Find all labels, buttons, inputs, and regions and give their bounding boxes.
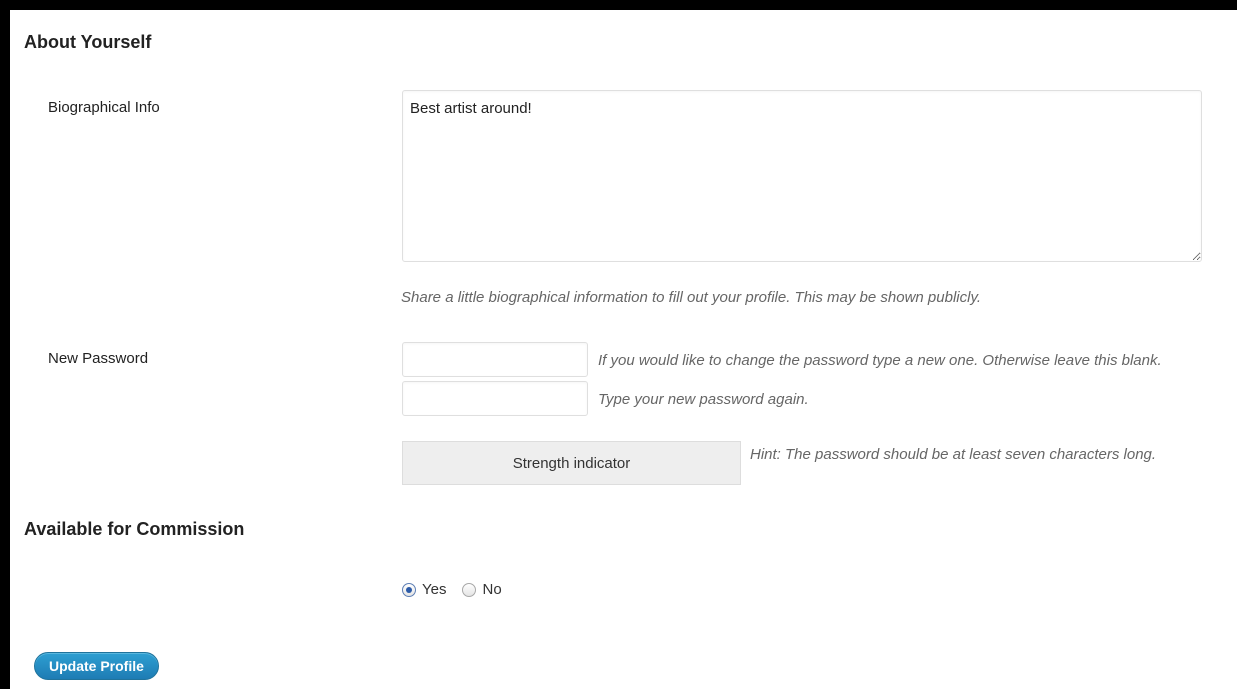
new-password-input[interactable] [402, 342, 588, 377]
new-password-label: New Password [48, 350, 149, 367]
commission-no-label[interactable]: No [482, 581, 501, 598]
biographical-info-textarea[interactable]: Best artist around! [402, 90, 1202, 262]
confirm-password-hint: Type your new password again. [598, 391, 809, 408]
new-password-hint: If you would like to change the password… [598, 352, 1162, 369]
commission-radio-group: Yes No [402, 581, 518, 598]
about-yourself-heading: About Yourself [24, 32, 152, 52]
radio-selected-dot [406, 586, 412, 593]
biographical-info-label: Biographical Info [48, 99, 160, 116]
confirm-password-input[interactable] [402, 381, 588, 416]
commission-yes-radio[interactable] [402, 582, 416, 597]
password-strength-indicator: Strength indicator [402, 441, 741, 485]
available-for-commission-heading: Available for Commission [24, 519, 245, 539]
commission-no-radio[interactable] [462, 582, 477, 597]
update-profile-button[interactable]: Update Profile [34, 652, 159, 680]
biographical-info-description: Share a little biographical information … [401, 289, 982, 306]
profile-form-panel: About Yourself Biographical Info Best ar… [10, 10, 1237, 689]
commission-yes-label[interactable]: Yes [422, 581, 446, 598]
password-strength-hint: Hint: The password should be at least se… [750, 446, 1157, 463]
